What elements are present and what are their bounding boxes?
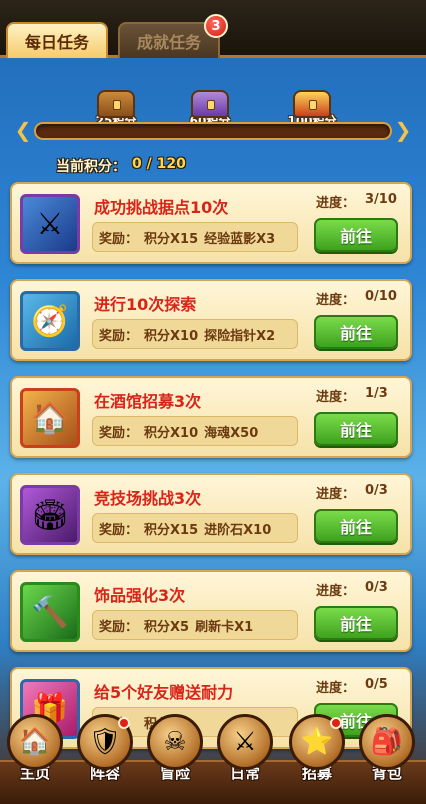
tab-daily-label: 每日任务 bbox=[24, 33, 89, 52]
points-progress-bar bbox=[34, 122, 392, 140]
go-button[interactable]: 前往 bbox=[314, 218, 398, 252]
wing-left-icon: ❮ bbox=[14, 118, 32, 142]
go-button[interactable]: 前往 bbox=[314, 606, 398, 640]
progress-value: 3/10 bbox=[365, 192, 397, 207]
task-title: 成功挑战据点10次 bbox=[94, 198, 229, 217]
nav-item-home[interactable]: 🏠 主页 bbox=[2, 714, 68, 794]
task-reward: 奖励： 积分X10 探险指针X2 bbox=[92, 319, 298, 349]
wing-right-icon: ❯ bbox=[394, 118, 412, 142]
reward-item: 积分X15 bbox=[144, 522, 199, 538]
progress-value: 0/10 bbox=[365, 289, 397, 304]
reward-item-2: 探险指针X2 bbox=[204, 328, 276, 344]
chest-skull-icon bbox=[191, 90, 229, 118]
task-progress: 进度： 3/10 bbox=[316, 192, 397, 211]
reward-label: 奖励： bbox=[99, 619, 139, 635]
reward-item: 积分X15 bbox=[144, 231, 199, 247]
reward-item: 积分X10 bbox=[144, 425, 199, 441]
reward-label: 奖励： bbox=[99, 231, 139, 247]
nav-item-skull-adventure[interactable]: ☠ 冒险 bbox=[142, 714, 208, 794]
reward-item-2: 经验蓝影X3 bbox=[204, 231, 276, 247]
reward-item: 积分X10 bbox=[144, 328, 199, 344]
task-card: 🏠 在酒馆招募3次 奖励： 积分X10 海魂X50 进度： 1/3 前往 bbox=[10, 376, 412, 458]
reward-item-2: 刷新卡X1 bbox=[195, 619, 254, 635]
reward-label: 奖励： bbox=[99, 425, 139, 441]
task-title: 给5个好友赠送耐力 bbox=[94, 683, 234, 702]
progress-label: 进度： bbox=[316, 681, 356, 696]
current-points-value: 0 / 120 bbox=[132, 156, 186, 172]
task-progress: 进度： 0/3 bbox=[316, 580, 388, 599]
tavern-icon: 🏠 bbox=[20, 388, 80, 448]
nav-item-lineup[interactable]: 🛡 阵容 bbox=[72, 714, 138, 794]
recruit-icon: ⭐ bbox=[289, 714, 345, 770]
progress-label: 进度： bbox=[316, 487, 356, 502]
go-button[interactable]: 前往 bbox=[314, 412, 398, 446]
reward-label: 奖励： bbox=[99, 328, 139, 344]
task-title: 竞技场挑战3次 bbox=[94, 489, 202, 508]
reward-item-2: 进阶石X10 bbox=[204, 522, 272, 538]
task-progress: 进度： 0/3 bbox=[316, 483, 388, 502]
nav-item-daily-swords[interactable]: ⚔ 日常 bbox=[212, 714, 278, 794]
task-progress: 进度： 0/5 bbox=[316, 677, 388, 696]
progress-value: 0/5 bbox=[365, 677, 388, 692]
task-card: 🏟 竞技场挑战3次 奖励： 积分X15 进阶石X10 进度： 0/3 前往 bbox=[10, 473, 412, 555]
crossed-swords-icon: ⚔ bbox=[20, 194, 80, 254]
reward-item-2: 海魂X50 bbox=[204, 425, 259, 441]
task-reward: 奖励： 积分X5 刷新卡X1 bbox=[92, 610, 298, 640]
progress-value: 0/3 bbox=[365, 580, 388, 595]
chest-bronze-icon bbox=[97, 90, 135, 118]
tab-achievement-tasks[interactable]: 成就任务 3 bbox=[118, 14, 228, 58]
progress-value: 1/3 bbox=[365, 386, 388, 401]
arena-icon: 🏟 bbox=[20, 485, 80, 545]
task-reward: 奖励： 积分X10 海魂X50 bbox=[92, 416, 298, 446]
notification-dot bbox=[118, 717, 130, 729]
current-points: 当前积分： 0 / 120 bbox=[56, 156, 186, 176]
current-points-label: 当前积分： bbox=[56, 159, 126, 175]
progress-label: 进度： bbox=[316, 390, 356, 405]
task-title: 饰品强化3次 bbox=[94, 586, 186, 605]
task-card: ⚔ 成功挑战据点10次 奖励： 积分X15 经验蓝影X3 进度： 3/10 前往 bbox=[10, 182, 412, 264]
tab-daily-tasks[interactable]: 每日任务 bbox=[6, 22, 108, 58]
notification-badge: 3 bbox=[204, 14, 228, 38]
skull-adventure-icon: ☠ bbox=[147, 714, 203, 770]
tab-achievement-label: 成就任务 bbox=[136, 33, 201, 52]
lineup-icon: 🛡 bbox=[77, 714, 133, 770]
reward-label: 奖励： bbox=[99, 522, 139, 538]
daily-swords-icon: ⚔ bbox=[217, 714, 273, 770]
compass-icon: 🧭 bbox=[20, 291, 80, 351]
nav-item-bag[interactable]: 🎒 背包 bbox=[354, 714, 420, 794]
go-button[interactable]: 前往 bbox=[314, 315, 398, 349]
progress-value: 0/3 bbox=[365, 483, 388, 498]
task-reward: 奖励： 积分X15 经验蓝影X3 bbox=[92, 222, 298, 252]
reward-item: 积分X5 bbox=[144, 619, 190, 635]
nav-item-recruit[interactable]: ⭐ 招募 bbox=[284, 714, 350, 794]
task-title: 进行10次探索 bbox=[94, 295, 197, 314]
task-card: 🔨 饰品强化3次 奖励： 积分X5 刷新卡X1 进度： 0/3 前往 bbox=[10, 570, 412, 652]
task-title: 在酒馆招募3次 bbox=[94, 392, 202, 411]
points-progress-track: ❮ ❯ bbox=[14, 118, 412, 144]
progress-label: 进度： bbox=[316, 584, 356, 599]
home-icon: 🏠 bbox=[7, 714, 63, 770]
bag-icon: 🎒 bbox=[359, 714, 415, 770]
task-reward: 奖励： 积分X15 进阶石X10 bbox=[92, 513, 298, 543]
notification-dot bbox=[330, 717, 342, 729]
chest-gold-icon bbox=[293, 90, 331, 118]
go-button[interactable]: 前往 bbox=[314, 509, 398, 543]
task-progress: 进度： 1/3 bbox=[316, 386, 388, 405]
task-card: 🧭 进行10次探索 奖励： 积分X10 探险指针X2 进度： 0/10 前往 bbox=[10, 279, 412, 361]
hammer-icon: 🔨 bbox=[20, 582, 80, 642]
progress-label: 进度： bbox=[316, 293, 356, 308]
task-progress: 进度： 0/10 bbox=[316, 289, 397, 308]
progress-label: 进度： bbox=[316, 196, 356, 211]
bottom-nav: 🏠 主页 🛡 阵容 ☠ 冒险 ⚔ 日常 ⭐ 招募 🎒 背包 bbox=[0, 714, 426, 804]
tab-bar: 每日任务 成就任务 3 bbox=[0, 0, 426, 58]
